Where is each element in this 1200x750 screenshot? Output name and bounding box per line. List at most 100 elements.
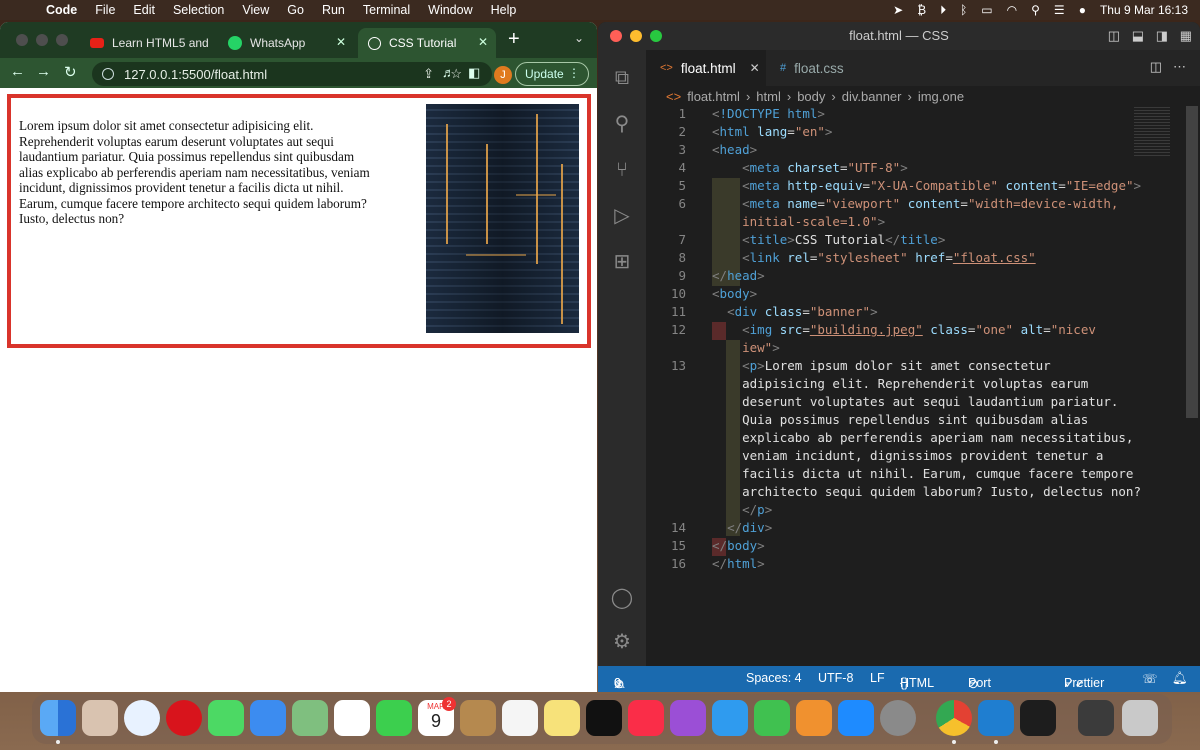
close-tab-icon[interactable]: ✕ xyxy=(478,35,488,49)
side-panel-icon[interactable]: ◧ xyxy=(468,65,480,81)
breadcrumb-item[interactable]: div.banner xyxy=(842,89,902,104)
vscode-icon[interactable] xyxy=(978,700,1014,736)
window-close-button[interactable] xyxy=(16,34,28,46)
close-tab-icon[interactable]: ✕ xyxy=(336,35,346,49)
notes-icon[interactable] xyxy=(544,700,580,736)
figma-icon[interactable] xyxy=(1020,700,1056,736)
breadcrumb-item[interactable]: html xyxy=(756,89,781,104)
feedback-icon[interactable]: ☏ xyxy=(1142,671,1158,686)
update-button[interactable]: Update ⋮ xyxy=(515,62,589,86)
music-icon[interactable] xyxy=(628,700,664,736)
info-icon[interactable] xyxy=(102,68,114,80)
window-zoom-button[interactable] xyxy=(56,34,68,46)
numbers-icon[interactable] xyxy=(754,700,790,736)
menu-run[interactable]: Run xyxy=(322,3,345,17)
control-center-icon[interactable]: ☰ xyxy=(1054,3,1065,17)
chrome-icon[interactable] xyxy=(936,700,972,736)
apple-tv-icon[interactable] xyxy=(586,700,622,736)
menu-app-name[interactable]: Code xyxy=(46,3,77,17)
code-editor[interactable]: 1 2 3 4 5 6 7 8 9 10 11 12 13 14 15 16 <!DOCTYPE html> … xyxy=(646,106,1186,666)
indentation-status[interactable]: Spaces: 4 xyxy=(746,671,802,685)
account-icon[interactable]: ◯ xyxy=(610,586,634,610)
css-file-icon: # xyxy=(780,62,787,74)
location-icon[interactable]: ➤ xyxy=(893,3,903,17)
media-controls-icon[interactable]: ♬ xyxy=(442,65,455,80)
explorer-icon[interactable]: ⧉ xyxy=(610,66,634,90)
new-tab-button[interactable]: + xyxy=(508,28,520,51)
play-icon[interactable]: ⏵ xyxy=(940,3,946,18)
tab-whatsapp[interactable]: WhatsApp ✕ xyxy=(218,28,354,58)
menu-view[interactable]: View xyxy=(242,3,269,17)
podcasts-icon[interactable] xyxy=(670,700,706,736)
minimize-button[interactable] xyxy=(630,30,642,42)
settings-gear-icon[interactable]: ⚙ xyxy=(610,630,634,654)
messages-icon[interactable] xyxy=(208,700,244,736)
menu-go[interactable]: Go xyxy=(287,3,304,17)
back-arrow-icon[interactable]: ← xyxy=(10,63,25,80)
pages-icon[interactable] xyxy=(796,700,832,736)
tab-search-chevron-icon[interactable]: ⌄ xyxy=(574,31,584,45)
finder-icon[interactable] xyxy=(40,700,76,736)
toggle-sidebar-icon[interactable]: ◫ xyxy=(1108,22,1120,50)
kebab-menu-icon[interactable]: ⋮ xyxy=(568,66,580,80)
breadcrumb-item[interactable]: float.html xyxy=(687,89,740,104)
reload-icon[interactable]: ↻ xyxy=(64,63,77,81)
address-bar[interactable]: 127.0.0.1:5500/float.html ⇪ ☆ xyxy=(92,62,492,86)
mail-icon[interactable] xyxy=(250,700,286,736)
tab-learn-html5[interactable]: Learn HTML5 and xyxy=(80,28,210,58)
share-icon[interactable]: ⇪ xyxy=(423,66,434,82)
menu-window[interactable]: Window xyxy=(428,3,472,17)
customize-layout-icon[interactable]: ▦ xyxy=(1180,22,1192,50)
menubar-clock[interactable]: Thu 9 Mar 16:13 xyxy=(1100,3,1188,17)
currency-icon[interactable]: ₿ xyxy=(917,3,926,17)
minimap[interactable] xyxy=(1134,106,1170,156)
siri-icon[interactable]: ● xyxy=(1079,3,1086,17)
maps-icon[interactable] xyxy=(292,700,328,736)
bluetooth-icon[interactable]: ᛒ xyxy=(960,3,967,17)
menu-edit[interactable]: Edit xyxy=(133,3,155,17)
eol-status[interactable]: LF xyxy=(870,671,885,685)
source-control-icon[interactable]: ⑂ xyxy=(610,158,634,182)
battery-icon[interactable]: ▭ xyxy=(981,3,992,17)
stacks-icon[interactable] xyxy=(1078,700,1114,736)
system-settings-icon[interactable] xyxy=(880,700,916,736)
reminders-icon[interactable] xyxy=(502,700,538,736)
menu-help[interactable]: Help xyxy=(491,3,517,17)
wifi-icon[interactable]: ◠ xyxy=(1007,3,1017,17)
more-actions-icon[interactable]: ⋯ xyxy=(1173,59,1186,75)
breadcrumb-item[interactable]: body xyxy=(797,89,825,104)
forward-arrow-icon[interactable]: → xyxy=(36,63,51,80)
toggle-secondary-sidebar-icon[interactable]: ◨ xyxy=(1156,22,1168,50)
split-editor-icon[interactable]: ◫ xyxy=(1150,59,1162,75)
toggle-panel-icon[interactable]: ⬓ xyxy=(1132,22,1144,50)
breadcrumb-item[interactable]: img.one xyxy=(918,89,964,104)
photos-icon[interactable] xyxy=(334,700,370,736)
editor-scrollbar[interactable] xyxy=(1186,106,1198,418)
search-icon[interactable]: ⚲ xyxy=(610,112,634,136)
zoom-button[interactable] xyxy=(650,30,662,42)
notifications-bell-icon[interactable]: 🔔︎ xyxy=(1172,671,1188,686)
menu-terminal[interactable]: Terminal xyxy=(363,3,410,17)
tab-float-css[interactable]: # float.css xyxy=(766,50,876,86)
close-button[interactable] xyxy=(610,30,622,42)
opera-icon[interactable] xyxy=(166,700,202,736)
code-line: Quia possimus repellendus sint quibusdam… xyxy=(742,412,1089,427)
menu-file[interactable]: File xyxy=(95,3,115,17)
close-tab-icon[interactable]: ✕ xyxy=(750,61,760,75)
contacts-icon[interactable] xyxy=(460,700,496,736)
spotlight-search-icon[interactable]: ⚲ xyxy=(1031,3,1040,17)
trash-icon[interactable] xyxy=(1122,700,1158,736)
facetime-icon[interactable] xyxy=(376,700,412,736)
launchpad-icon[interactable] xyxy=(82,700,118,736)
extensions-icon[interactable]: ⊞ xyxy=(610,250,634,274)
menu-selection[interactable]: Selection xyxy=(173,3,224,17)
tab-float-html[interactable]: <> float.html ✕ xyxy=(646,50,766,86)
profile-avatar[interactable]: J xyxy=(494,66,512,84)
keynote-icon[interactable] xyxy=(712,700,748,736)
encoding-status[interactable]: UTF-8 xyxy=(818,671,853,685)
run-debug-icon[interactable]: ▷ xyxy=(610,204,634,228)
app-store-icon[interactable] xyxy=(838,700,874,736)
window-minimize-button[interactable] xyxy=(36,34,48,46)
tab-css-tutorial[interactable]: CSS Tutorial ✕ xyxy=(358,28,496,58)
safari-icon[interactable] xyxy=(124,700,160,736)
